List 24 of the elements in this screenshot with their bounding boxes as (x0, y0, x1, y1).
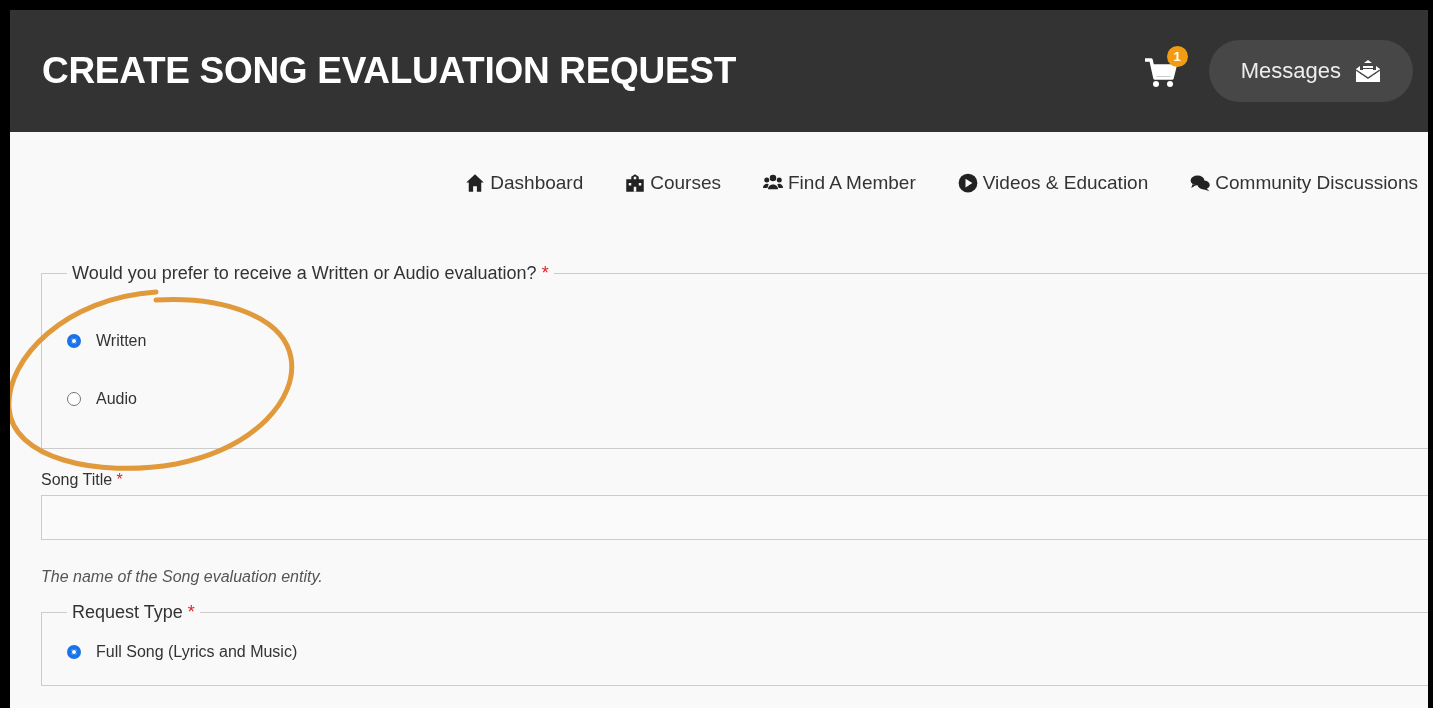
help-text: The name of the Song evaluation entity. (41, 568, 324, 586)
nav-link[interactable]: Community Discussions (1188, 170, 1418, 196)
nav-link[interactable]: Videos & Education (955, 170, 1149, 196)
nav-link[interactable]: Find A Member (761, 170, 916, 196)
radio-button[interactable] (67, 645, 81, 659)
radio-label: Full Song (Lyrics and Music) (96, 643, 298, 661)
required-mark: * (541, 263, 549, 283)
nav-link[interactable]: Dashboard (463, 170, 584, 196)
radio-button[interactable] (67, 392, 81, 406)
cart-count-badge: 1 (1166, 46, 1188, 67)
required-mark: * (187, 602, 195, 622)
comments-icon (1188, 173, 1213, 193)
radio-button[interactable] (67, 334, 81, 348)
envelope-icon (1355, 59, 1381, 83)
messages-button[interactable]: Messages (1208, 40, 1413, 102)
question-label: Request Type (72, 602, 183, 622)
page-title: CREATE SONG EVALUATION REQUEST (42, 50, 738, 92)
nav-link[interactable]: Courses (623, 170, 721, 196)
radio-label: Audio (96, 390, 137, 408)
required-mark: * (116, 471, 123, 488)
song-title-input[interactable] (41, 495, 1428, 540)
question-label: Would you prefer to receive a Written or Audio evaluation? (72, 263, 537, 283)
field-label: Song Title (41, 471, 113, 488)
radio-label: Written (96, 332, 147, 350)
